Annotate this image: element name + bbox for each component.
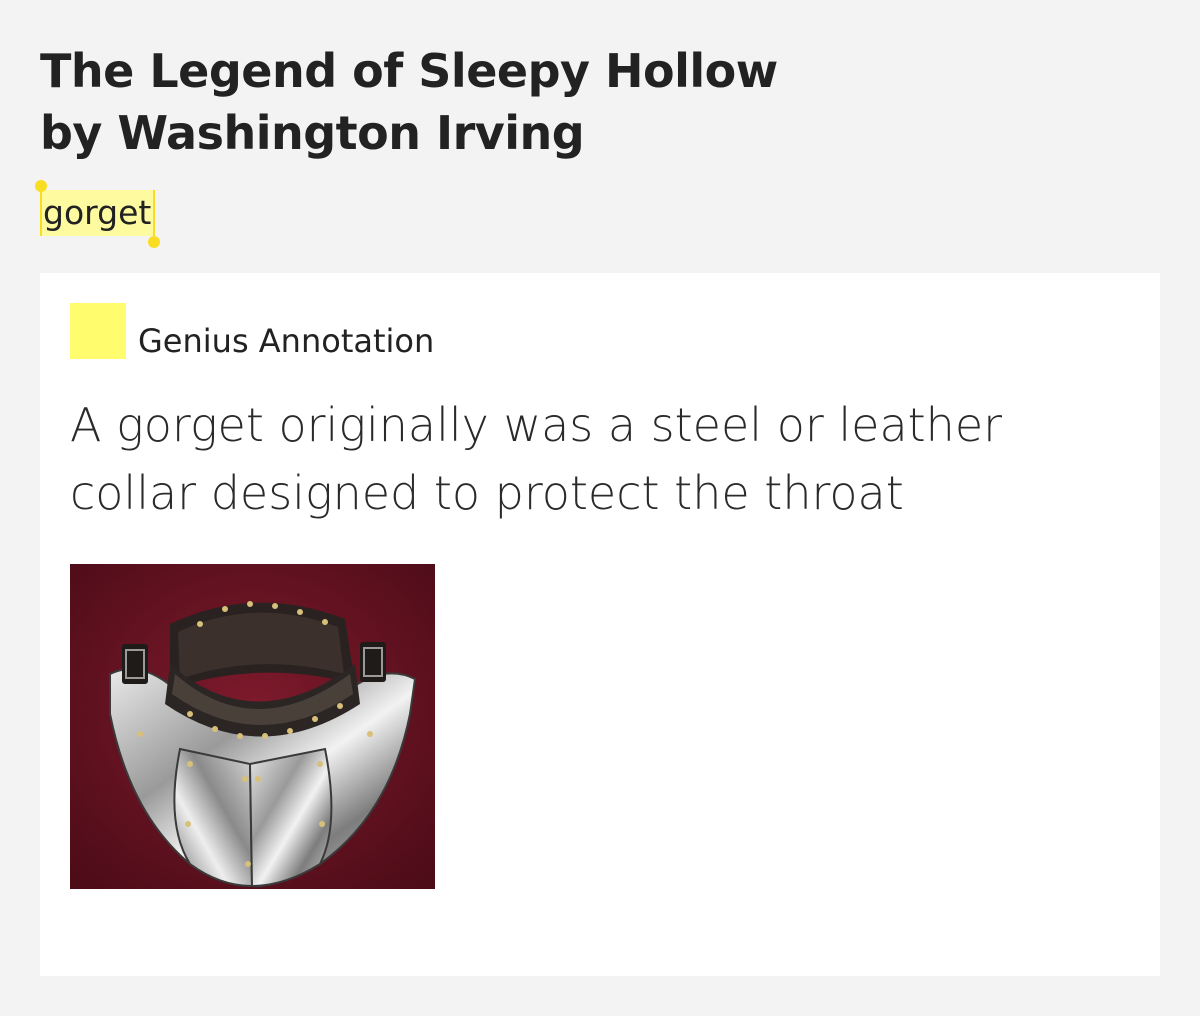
annotation-card: Genius Annotation A gorget originally wa…	[40, 273, 1160, 976]
selection-end-handle[interactable]	[148, 190, 161, 248]
annotation-header: Genius Annotation	[70, 303, 435, 360]
song-byline: by Washington Irving	[40, 106, 585, 160]
highlighted-lyric[interactable]: gorget	[35, 180, 161, 248]
annotation-source-label: Genius Annotation	[138, 322, 435, 360]
selection-start-handle[interactable]	[35, 180, 47, 236]
annotation-body: A gorget originally was a steel or leath…	[70, 398, 1003, 520]
song-title: The Legend of Sleepy Hollow	[40, 44, 778, 98]
page-header: The Legend of Sleepy Hollow by Washingto…	[40, 40, 778, 164]
genius-annotation-badge-icon	[70, 303, 126, 359]
gorget-armor-photo	[70, 564, 435, 889]
lyric-fragment[interactable]: gorget	[40, 190, 156, 236]
